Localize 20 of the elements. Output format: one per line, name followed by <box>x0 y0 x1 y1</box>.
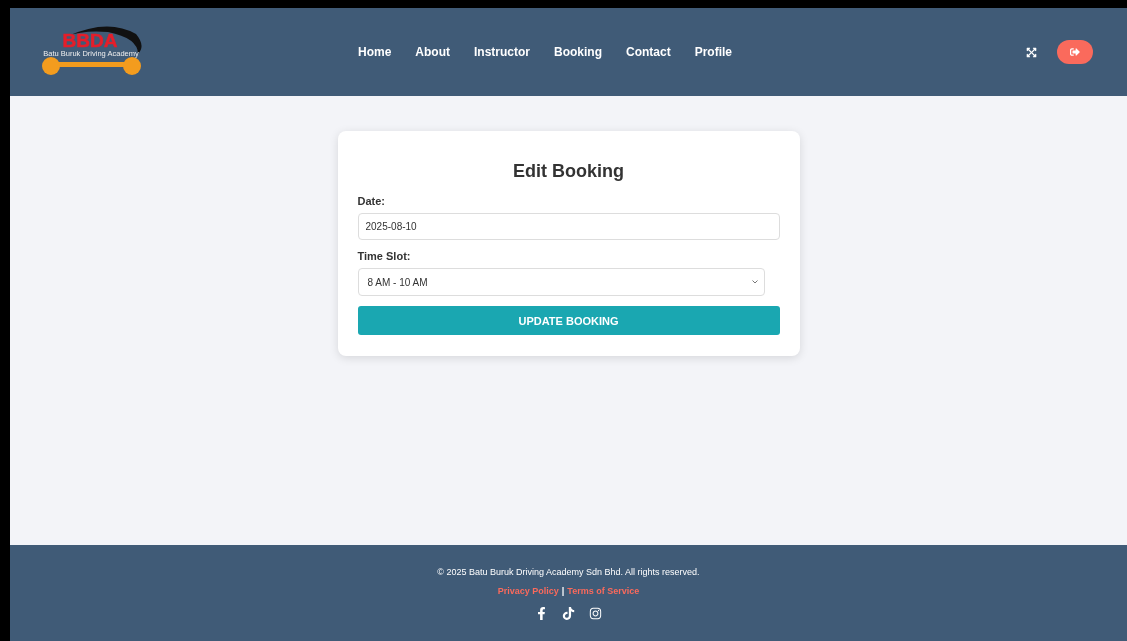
logout-icon <box>1070 47 1080 57</box>
copyright-text: © 2025 Batu Buruk Driving Academy Sdn Bhd. All rights reserved. <box>437 567 700 577</box>
date-field[interactable]: 2025-08-10 <box>357 213 780 240</box>
chevron-icon <box>751 280 758 284</box>
logout-button[interactable] <box>1057 40 1093 64</box>
nav-link[interactable]: Profile <box>694 45 732 59</box>
time-slot-label: Time Slot: <box>357 250 412 262</box>
nav-link[interactable]: Instructor <box>474 45 530 59</box>
nav-link[interactable]: About <box>415 45 450 59</box>
facebook-icon[interactable] <box>535 607 548 620</box>
nav-link[interactable]: Booking <box>554 45 602 59</box>
instagram-icon[interactable] <box>589 607 602 620</box>
time-slot-select[interactable]: 8 AM - 10 AM <box>357 268 765 296</box>
separator: | <box>561 586 565 596</box>
form-title: Edit Booking <box>512 161 625 182</box>
date-label: Date: <box>357 195 386 207</box>
nav-link[interactable]: Contact <box>626 45 671 59</box>
nav-link[interactable]: Home <box>358 45 392 59</box>
fullscreen-icon[interactable] <box>1026 46 1037 58</box>
tiktok-icon[interactable] <box>562 607 575 620</box>
